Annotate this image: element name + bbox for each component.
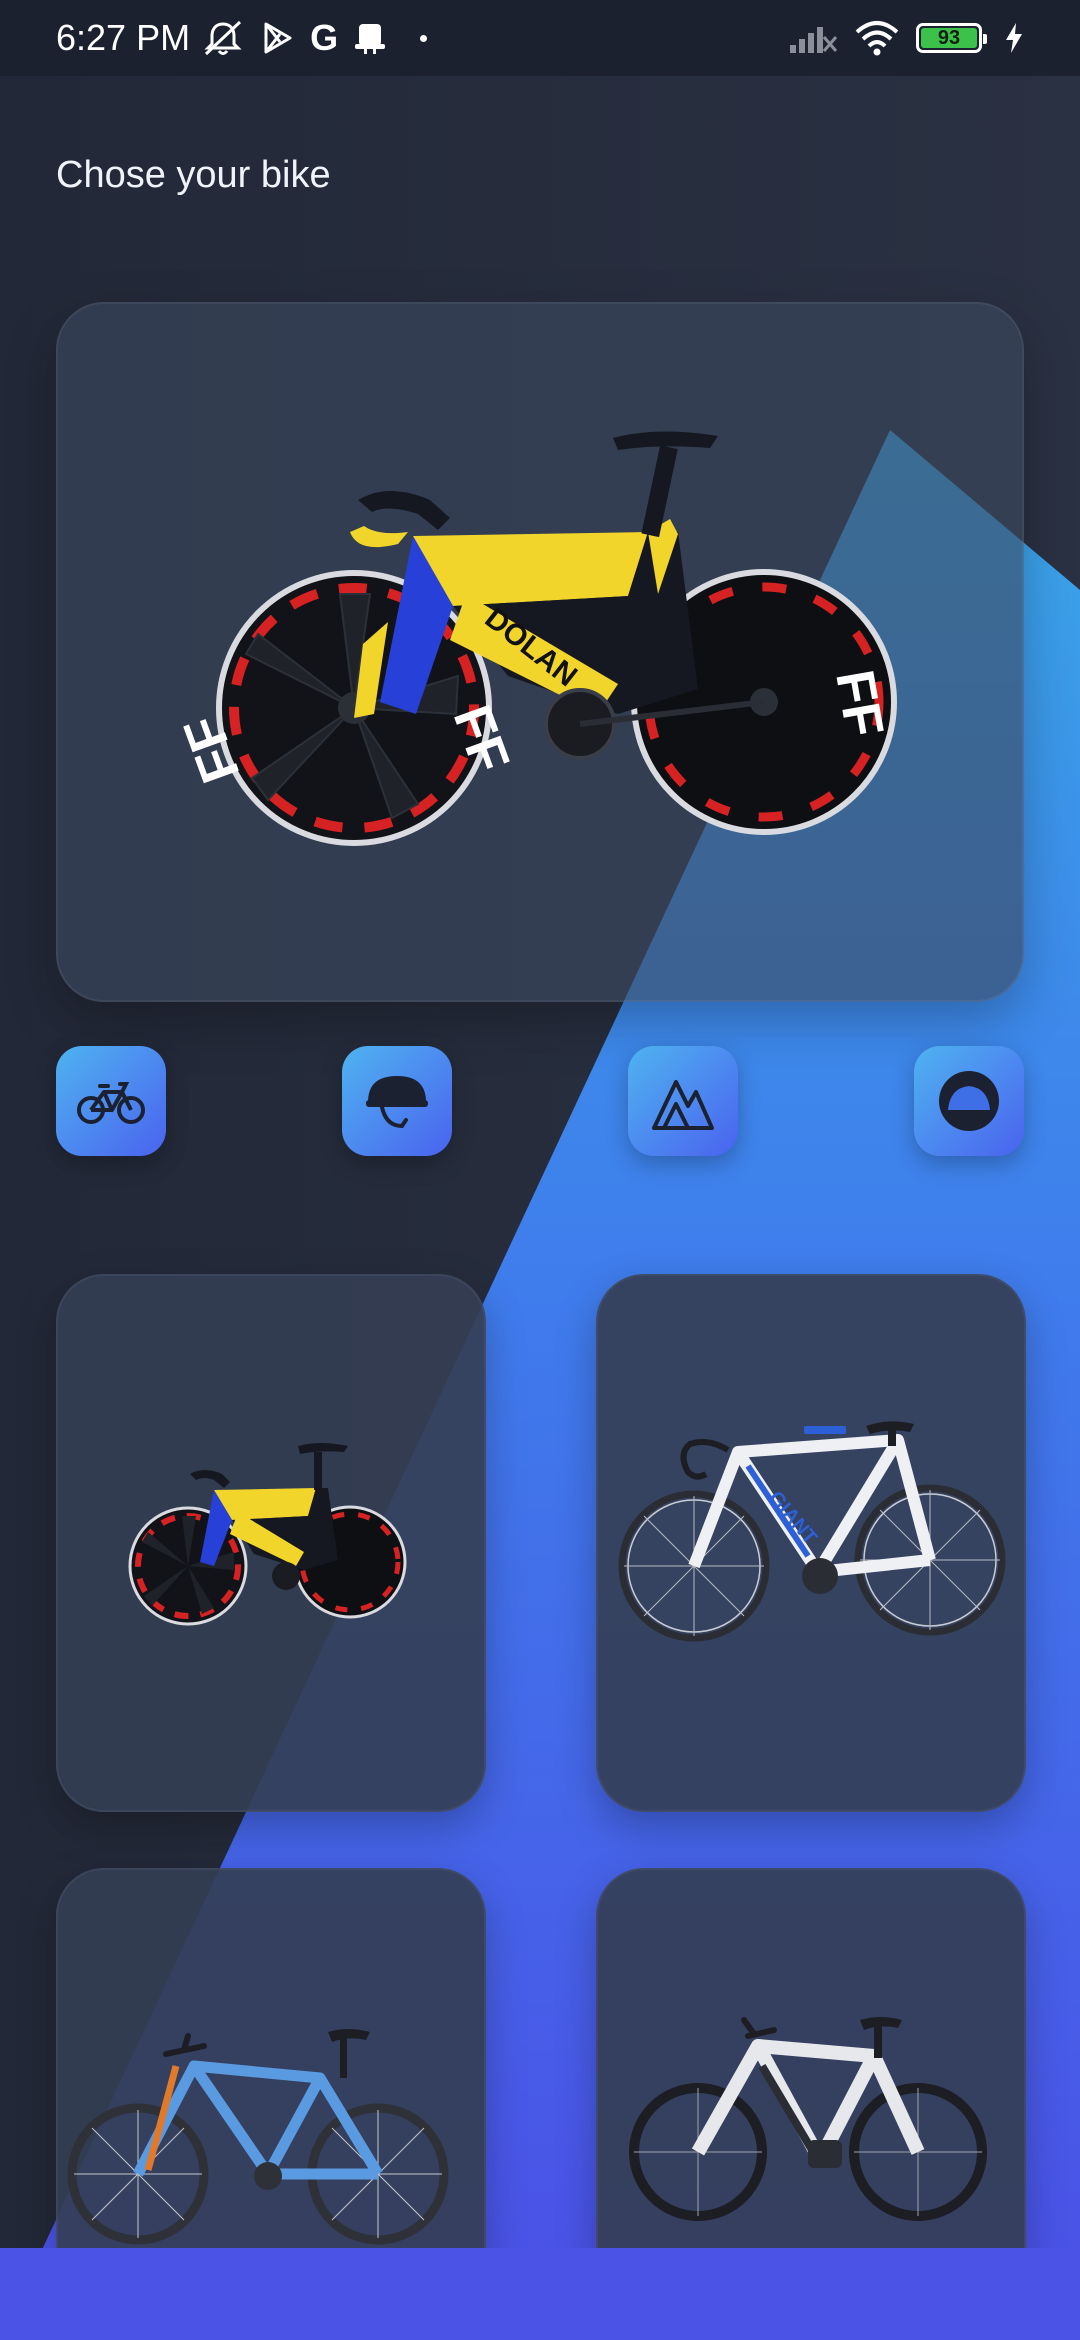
wifi-icon bbox=[854, 20, 900, 56]
status-bar: 6:27 PM G 93 bbox=[0, 0, 1080, 76]
helmet-icon bbox=[366, 1076, 428, 1129]
mute-bell-icon bbox=[200, 18, 246, 58]
product-card-track-bike[interactable] bbox=[56, 1274, 486, 1812]
product-card-mountain-bike[interactable] bbox=[56, 1868, 486, 2308]
battery-level: 93 bbox=[921, 27, 977, 49]
category-wheels-button[interactable] bbox=[914, 1046, 1024, 1156]
google-icon: G bbox=[310, 17, 339, 58]
battery-icon: 93 bbox=[916, 23, 987, 53]
category-mountain-button[interactable] bbox=[628, 1046, 738, 1156]
road-bike-image: GIANT bbox=[618, 1421, 1006, 1642]
category-helmets-button[interactable] bbox=[342, 1046, 452, 1156]
mountain-bike-image bbox=[67, 2029, 449, 2245]
mountain-icon bbox=[652, 1080, 714, 1130]
featured-bike-card[interactable]: FF FF FF DOLAN bbox=[56, 302, 1024, 1002]
ebike-image bbox=[629, 2017, 987, 2221]
charging-icon bbox=[1004, 21, 1024, 55]
signal-icon bbox=[788, 21, 838, 55]
status-time: 6:27 PM bbox=[56, 17, 191, 58]
play-store-icon bbox=[260, 20, 296, 56]
category-bikes-button[interactable] bbox=[56, 1046, 166, 1156]
track-bike-image bbox=[128, 1443, 407, 1626]
bottom-navigation-bar bbox=[0, 2248, 1080, 2340]
more-notifications-dot bbox=[420, 34, 428, 42]
bicycle-icon bbox=[77, 1082, 145, 1124]
track-bike-dolan-image: FF FF FF DOLAN bbox=[172, 431, 897, 846]
product-card-road-bike[interactable]: GIANT bbox=[596, 1274, 1026, 1812]
product-card-ebike[interactable] bbox=[596, 1868, 1026, 2308]
wheel-icon bbox=[939, 1071, 999, 1131]
notification-icon bbox=[352, 20, 388, 56]
page-title: Chose your bike bbox=[56, 154, 331, 196]
svg-text:FF: FF bbox=[824, 666, 895, 741]
